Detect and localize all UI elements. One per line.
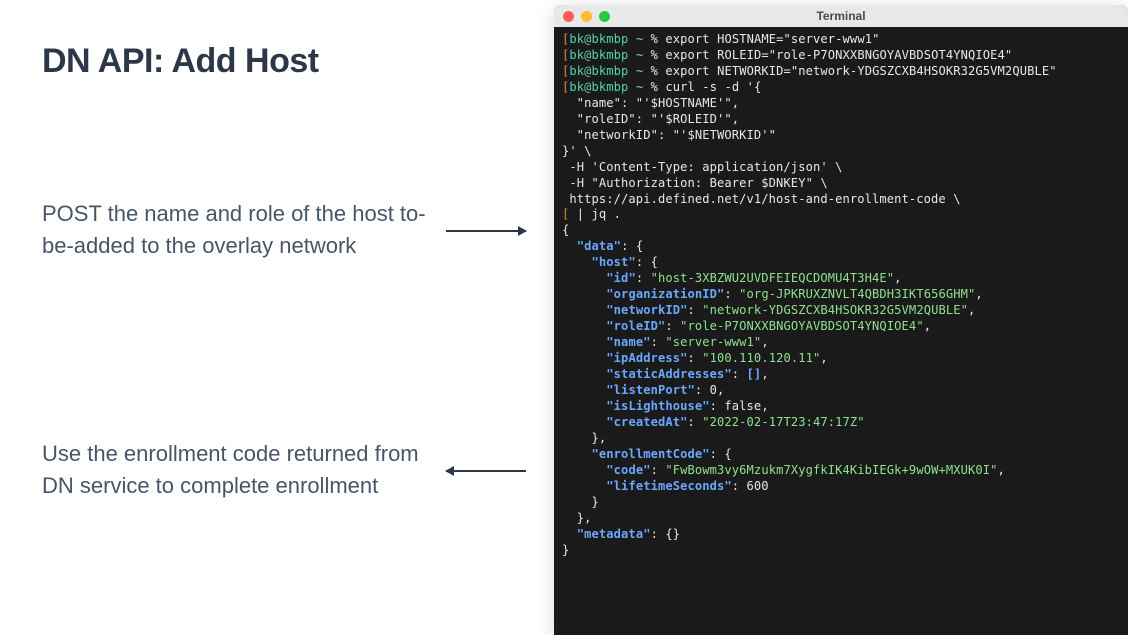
terminal-window: Terminal [bk@bkmbp ~ % export HOSTNAME="…: [554, 5, 1128, 635]
arrow-left-icon: [446, 470, 526, 472]
maximize-icon[interactable]: [599, 11, 610, 22]
minimize-icon[interactable]: [581, 11, 592, 22]
caption-enrollment: Use the enrollment code returned from DN…: [42, 438, 432, 502]
terminal-titlebar: Terminal: [554, 5, 1128, 27]
slide-heading: DN API: Add Host: [42, 42, 319, 81]
caption-post: POST the name and role of the host to-be…: [42, 198, 432, 262]
window-controls[interactable]: [563, 11, 610, 22]
terminal-title: Terminal: [554, 9, 1128, 23]
close-icon[interactable]: [563, 11, 574, 22]
arrow-right-icon: [446, 230, 526, 232]
terminal-body[interactable]: [bk@bkmbp ~ % export HOSTNAME="server-ww…: [554, 27, 1128, 563]
